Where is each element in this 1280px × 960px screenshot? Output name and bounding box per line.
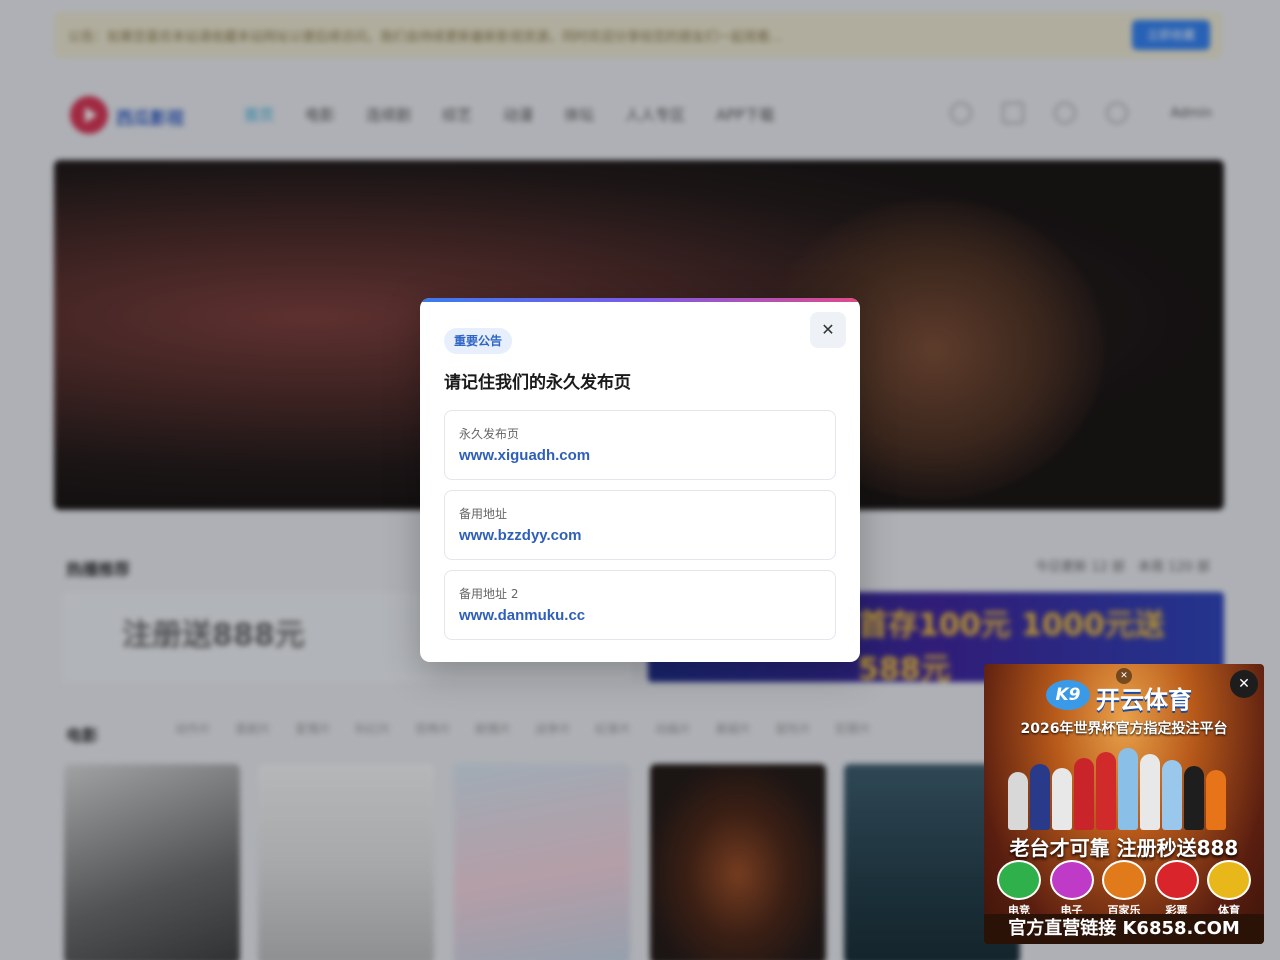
address-link[interactable]: www.danmuku.cc — [459, 607, 585, 624]
announcement-modal: 重要公告 ✕ 请记住我们的永久发布页 永久发布页 www.xiguadh.com… — [420, 298, 860, 662]
ad-category-electronic[interactable]: 电子 — [1049, 860, 1095, 918]
lottery-ball-icon — [1154, 860, 1199, 900]
gamepad-icon — [997, 860, 1041, 900]
ad-category-baccarat[interactable]: 百家乐 — [1101, 860, 1147, 918]
ad-brand: 开云体育 — [1096, 686, 1192, 714]
address-label: 永久发布页 — [459, 427, 520, 441]
modal-close-button[interactable]: ✕ — [810, 312, 846, 348]
address-card-permanent[interactable]: 永久发布页 www.xiguadh.com — [444, 410, 836, 480]
ad-slogan: 老台才可靠 注册秒送888 — [1009, 836, 1239, 860]
ad-players-image — [1008, 744, 1240, 830]
address-label: 备用地址 — [459, 507, 508, 521]
address-link[interactable]: www.xiguadh.com — [459, 447, 590, 464]
modal-accent-bar — [420, 298, 860, 302]
ad-close-button[interactable]: ✕ — [1230, 670, 1258, 698]
cards-icon — [1102, 860, 1146, 900]
address-card-backup[interactable]: 备用地址 www.bzzdyy.com — [444, 490, 836, 560]
address-link[interactable]: www.bzzdyy.com — [459, 527, 582, 544]
ad-category-esports[interactable]: 电竞 — [996, 860, 1042, 918]
trophy-icon — [1207, 860, 1251, 900]
ad-logo-icon: K9 — [1046, 680, 1090, 710]
address-card-backup-2[interactable]: 备用地址 2 www.danmuku.cc — [444, 570, 836, 640]
announcement-badge: 重要公告 — [444, 328, 513, 354]
modal-title: 请记住我们的永久发布页 — [444, 373, 631, 393]
address-label: 备用地址 2 — [459, 587, 519, 601]
ad-link-text[interactable]: 官方直营链接 K6858.COM — [984, 914, 1264, 944]
floating-ad[interactable]: ✕ K9 开云体育 2026年世界杯官方指定投注平台 老台才可靠 注册秒送888… — [984, 664, 1264, 944]
slot-machine-icon — [1049, 860, 1094, 900]
ad-category-lottery[interactable]: 彩票 — [1154, 860, 1200, 918]
ad-category-list: 电竞 电子 百家乐 彩票 体育 — [996, 860, 1252, 918]
ad-tagline: 2026年世界杯官方指定投注平台 — [1020, 721, 1228, 737]
ad-category-sports[interactable]: 体育 — [1206, 860, 1252, 918]
